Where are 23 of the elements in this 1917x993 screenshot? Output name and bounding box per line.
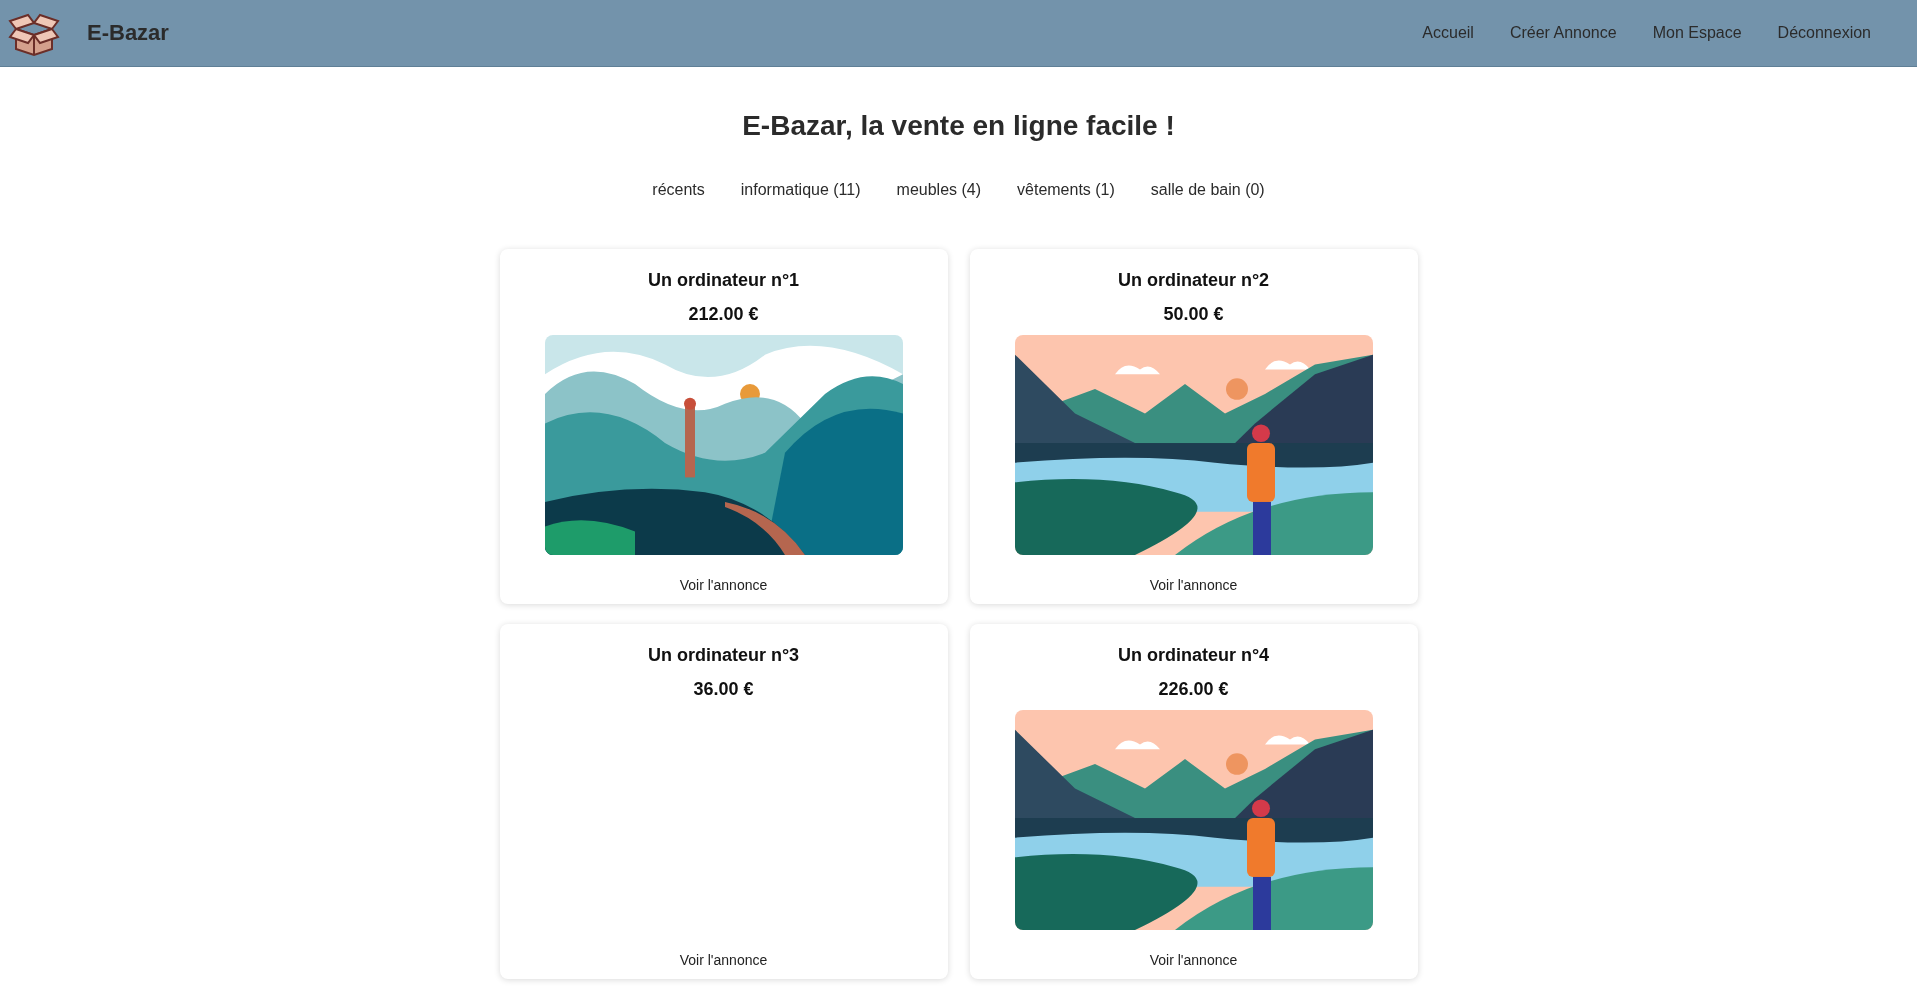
listing-title: Un ordinateur n°2 (1117, 269, 1270, 291)
nav-link[interactable]: Accueil (1422, 24, 1474, 42)
view-listing-link[interactable]: Voir l'annonce (1149, 577, 1238, 593)
listing-title: Un ordinateur n°3 (647, 644, 800, 666)
listing-price: 36.00 € (693, 678, 754, 700)
category-link[interactable]: salle de bain (0) (1150, 181, 1265, 199)
category-link[interactable]: vêtements (1) (1017, 181, 1115, 199)
listing-price: 212.00 € (688, 303, 759, 325)
view-listing-link[interactable]: Voir l'annonce (679, 577, 768, 593)
category-link[interactable]: meubles (4) (896, 181, 982, 199)
page-title: E-Bazar, la vente en ligne facile ! (741, 110, 1176, 142)
category-link[interactable]: informatique (11) (740, 181, 861, 199)
listing-title: Un ordinateur n°1 (647, 269, 800, 291)
listing-title: Un ordinateur n°4 (1117, 644, 1270, 666)
view-listing-link[interactable]: Voir l'annonce (1149, 952, 1238, 968)
listing-price: 226.00 € (1158, 678, 1229, 700)
site-name: E-Bazar (87, 20, 169, 46)
nav-link[interactable]: Créer Annonce (1509, 24, 1617, 42)
listing-price: 50.00 € (1163, 303, 1224, 325)
nav-link[interactable]: Mon Espace (1652, 24, 1742, 42)
nav-link[interactable]: Déconnexion (1777, 24, 1871, 42)
category-link[interactable]: récents (652, 181, 705, 199)
view-listing-link[interactable]: Voir l'annonce (679, 952, 768, 968)
